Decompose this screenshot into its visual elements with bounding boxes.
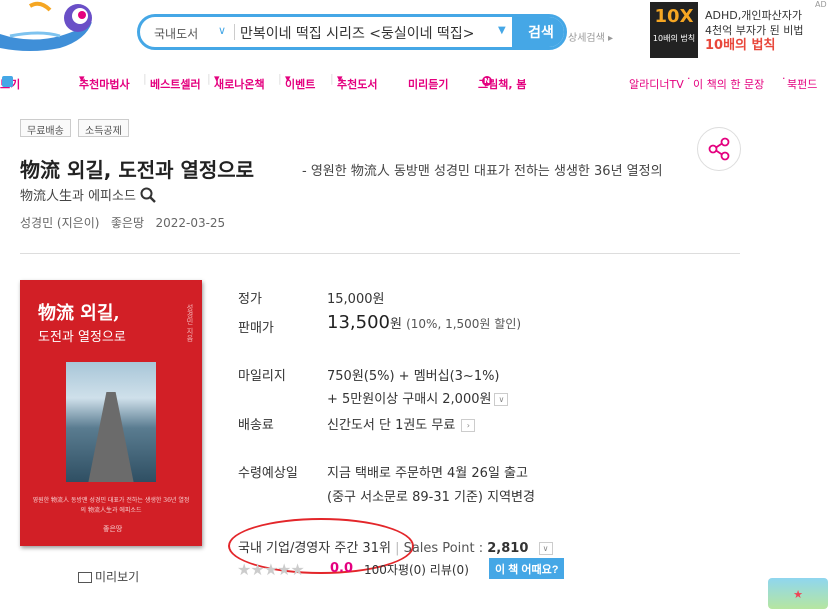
ad-line-2: 4천억 부자가 된 비법: [705, 24, 804, 37]
sales-rank: 국내 기업/경영자 주간 31위 | Sales Point : 2,810 ∨: [238, 537, 553, 556]
nav-separator: |: [143, 72, 147, 85]
book-meta: 성경민 (지은이) 좋은땅 2022-03-25: [20, 214, 225, 231]
how-is-this-book-button[interactable]: 이 책 어때요?: [489, 558, 565, 579]
preview-button[interactable]: 미리보기: [78, 568, 139, 585]
share-icon: [708, 137, 730, 161]
rank-separator: |: [395, 541, 404, 556]
ad-text[interactable]: ADHD,개인파산자가 4천억 부자가 된 비법 10배의 법칙: [705, 8, 803, 53]
chevron-down-icon[interactable]: ∨: [538, 542, 553, 555]
list-price-value: 15,000원: [327, 292, 385, 307]
advanced-search-link[interactable]: 상세검색 ▸: [568, 29, 613, 44]
list-price-label: 정가: [238, 292, 262, 307]
mileage-extra: + 5만원이상 구매시 2,000원: [327, 392, 492, 407]
book-open-icon: [78, 572, 92, 583]
shipping-label: 배송료: [238, 418, 274, 433]
nav-label: 미리듣기: [408, 78, 449, 91]
mileage-line-2: + 5만원이상 구매시 2,000원 ∨: [327, 388, 509, 407]
divider: [20, 253, 740, 254]
nav-item-event[interactable]: 이벤트 ▾: [285, 72, 315, 91]
nav-item-recommend-wizard[interactable]: 추천마법사 ▾: [79, 72, 130, 91]
nav-label: 추천도서: [337, 78, 378, 91]
search-input[interactable]: [240, 22, 495, 44]
cover-author: 성경민 지음: [186, 304, 194, 342]
rating-stars: ★★★★★: [237, 560, 305, 579]
cover-publisher: 좋은땅: [103, 525, 123, 533]
search-divider: [234, 24, 235, 40]
nav-label: 북펀드: [787, 78, 818, 91]
nav-label: 이 책의 한 문장: [693, 78, 765, 91]
book-subtitle-text: 物流人生과 에피소드: [20, 189, 136, 204]
sales-point-label: Sales Point :: [403, 541, 484, 556]
nav-label: 이벤트: [285, 78, 316, 91]
main-nav: 보기 추천마법사▾ | 베스트셀러 | 새로나온책▾ | 이벤트▾ | 추천도서…: [0, 68, 832, 91]
sale-discount: (10%, 1,500원 할인): [406, 317, 522, 331]
sales-point-value: 2,810: [487, 541, 529, 556]
nav-separator: |: [207, 72, 211, 85]
nav-label: 알라디너TV: [629, 78, 684, 91]
publish-date: 2022-03-25: [155, 216, 226, 230]
nav-item-recommended[interactable]: 추천도서 ▾: [337, 72, 377, 91]
ad-book-image[interactable]: 10X 10배의 법칙: [650, 2, 698, 58]
publisher-link[interactable]: 좋은땅: [111, 216, 144, 230]
nav-item-new-books[interactable]: 새로나온책 ▾: [214, 72, 265, 91]
search-bar: 국내도서 ∨ ▼ 검색: [137, 14, 567, 50]
nav-separator: ·: [782, 72, 786, 85]
preview-label: 미리보기: [95, 570, 140, 584]
delivery-line-1: 지금 택배로 주문하면 4월 26일 출고: [327, 466, 528, 481]
ad-image-title: 10X: [654, 6, 694, 27]
cover-description: 영원한 物流人 동방맨 성경민 대표가 전하는 생생한 36년 열정의 物流人生…: [32, 497, 190, 514]
rating-score: 0.0: [330, 561, 354, 576]
book-cover[interactable]: 物流 외길, 도전과 열정으로 성경민 지음 영원한 物流人 동방맨 성경민 대…: [20, 280, 202, 546]
cover-subtitle: 도전과 열정으로: [38, 330, 126, 345]
book-subtitle: - 영원한 物流人 동방맨 성경민 대표가 전하는 생생한 36년 열정의: [302, 164, 663, 179]
book-subtitle-line2: 物流人生과 에피소드: [20, 185, 156, 204]
review-counts[interactable]: 100자평(0) 리뷰(0): [364, 561, 469, 578]
corner-banner[interactable]: ★: [768, 578, 828, 609]
sale-price: 13,500원 (10%, 1,500원 할인): [327, 312, 521, 333]
delivery-line-2[interactable]: (중구 서소문로 89-31 기준) 지역변경: [327, 486, 535, 505]
sale-price-label: 판매가: [238, 321, 274, 336]
delivery-label: 수령예상일: [238, 466, 298, 481]
ad-line-3: 10배의 법칙: [705, 38, 776, 53]
chevron-right-icon[interactable]: ›: [461, 419, 476, 432]
search-button[interactable]: 검색: [512, 17, 564, 47]
search-icon[interactable]: [140, 187, 156, 203]
tag-tax-deduction: 소득공제: [78, 119, 129, 137]
cover-title: 物流 외길,: [38, 303, 120, 324]
cover-ship-photo: [66, 362, 156, 482]
nav-label: 베스트셀러: [150, 78, 201, 91]
nav-separator: ·: [687, 72, 691, 85]
nav-label: 추천마법사: [79, 78, 130, 91]
advanced-search-label: 상세검색: [568, 33, 605, 44]
search-category-select[interactable]: 국내도서: [154, 25, 198, 42]
ad-image-caption: 10배의 법칙: [652, 34, 696, 43]
book-title: 物流 외길, 도전과 열정으로: [20, 158, 255, 182]
share-button[interactable]: [697, 127, 741, 171]
aladin-logo[interactable]: [0, 0, 110, 58]
ad-line-1: ADHD,개인파산자가: [705, 9, 802, 22]
mileage-label: 마일리지: [238, 369, 286, 384]
chevron-down-icon[interactable]: ∨: [494, 393, 509, 406]
dropdown-triangle-icon[interactable]: ▼: [498, 25, 506, 36]
sale-price-unit: 원: [389, 317, 402, 332]
author-link[interactable]: 성경민 (지은이): [20, 216, 99, 230]
shipping-value: 신간도서 단 1권도 무료 ›: [327, 414, 476, 433]
weekly-rank[interactable]: 국내 기업/경영자 주간 31위: [238, 541, 391, 556]
sale-price-value: 13,500: [327, 312, 390, 333]
shipping-text: 신간도서 단 1권도 무료: [327, 418, 456, 433]
ad-mark: AD: [815, 0, 827, 9]
mileage-line-1: 750원(5%) + 멤버십(3~1%): [327, 369, 500, 384]
nav-label: 새로나온책: [214, 78, 265, 91]
nav-separator: |: [278, 72, 282, 85]
new-badge-icon: N: [482, 76, 492, 86]
tag-free-shipping: 무료배송: [20, 119, 71, 137]
chevron-down-icon[interactable]: ∨: [218, 24, 226, 37]
nav-separator: |: [330, 72, 334, 85]
menu-box-icon: [2, 76, 13, 87]
